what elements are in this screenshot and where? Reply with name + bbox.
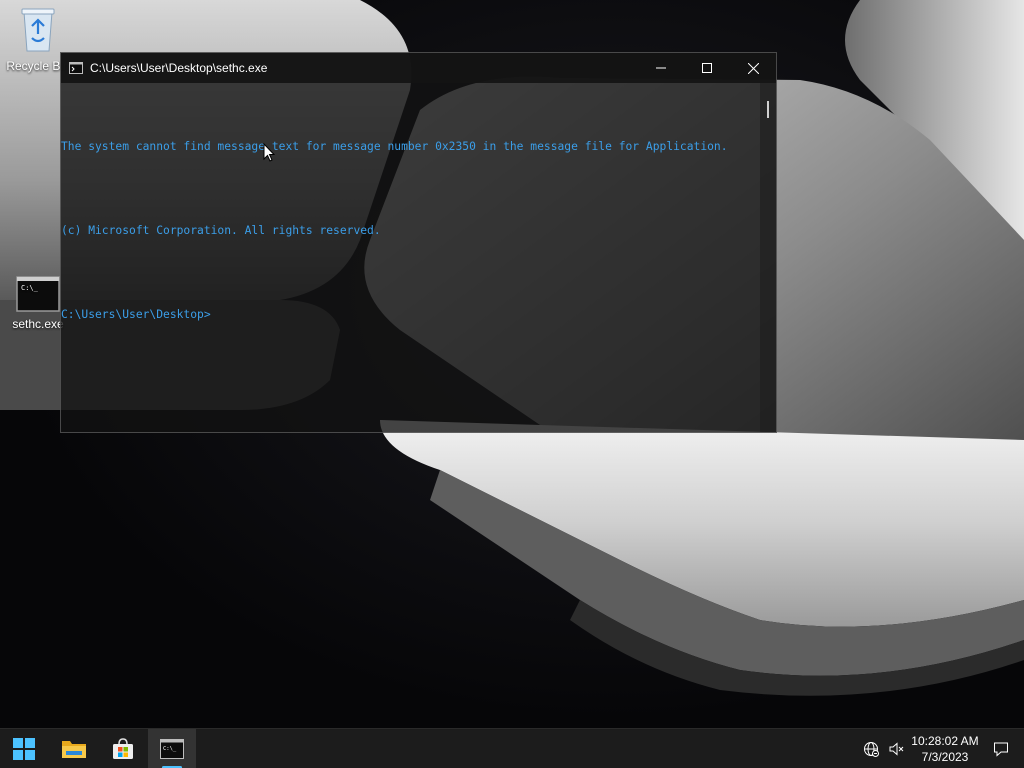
mouse-pointer-icon — [263, 142, 276, 166]
recycle-bin-icon — [21, 8, 55, 52]
network-button[interactable] — [861, 739, 881, 759]
taskbar-command-prompt[interactable]: C:\_ — [148, 729, 196, 768]
windows-start-icon — [13, 738, 35, 760]
globe-network-icon — [864, 742, 879, 757]
speaker-muted-icon — [889, 742, 904, 756]
console-line: (c) Microsoft Corporation. All rights re… — [61, 224, 381, 237]
console-app-icon: C:\_ — [16, 276, 60, 312]
taskbar-clock[interactable]: 10:28:02 AM 7/3/2023 — [906, 733, 984, 765]
taskbar-microsoft-store[interactable] — [99, 729, 147, 768]
console-app-icon: C:\_ — [160, 739, 184, 759]
clock-time: 10:28:02 AM — [911, 734, 979, 748]
console-window[interactable]: C:\Users\User\Desktop\sethc.exe The syst… — [60, 52, 777, 433]
close-icon — [747, 62, 759, 74]
console-prompt: C:\Users\User\Desktop> — [61, 308, 211, 321]
taskbar: C:\_ 10:28:02 AM 7/3/2023 — [0, 728, 1024, 768]
console-line: The system cannot find message text for … — [61, 140, 728, 153]
svg-text:C:\_: C:\_ — [21, 284, 39, 292]
svg-text:C:\_: C:\_ — [163, 746, 177, 752]
scrollbar-thumb[interactable] — [767, 101, 769, 118]
close-button[interactable] — [730, 53, 776, 83]
window-titlebar[interactable]: C:\Users\User\Desktop\sethc.exe — [61, 53, 776, 83]
console-app-icon — [69, 62, 83, 77]
notification-icon — [994, 742, 1008, 757]
folder-icon — [62, 741, 86, 758]
clock-date: 7/3/2023 — [921, 750, 969, 764]
console-output[interactable]: The system cannot find message text for … — [61, 83, 761, 432]
volume-button[interactable] — [886, 739, 906, 759]
window-title: C:\Users\User\Desktop\sethc.exe — [90, 61, 268, 75]
notification-center-button[interactable] — [991, 739, 1011, 759]
taskbar-file-explorer[interactable] — [50, 729, 98, 768]
store-bag-icon — [113, 738, 133, 759]
maximize-icon — [702, 63, 712, 73]
maximize-button[interactable] — [684, 53, 730, 83]
minimize-icon — [656, 67, 666, 69]
vertical-scrollbar[interactable] — [760, 83, 776, 432]
minimize-button[interactable] — [638, 53, 684, 83]
start-button[interactable] — [0, 729, 48, 768]
